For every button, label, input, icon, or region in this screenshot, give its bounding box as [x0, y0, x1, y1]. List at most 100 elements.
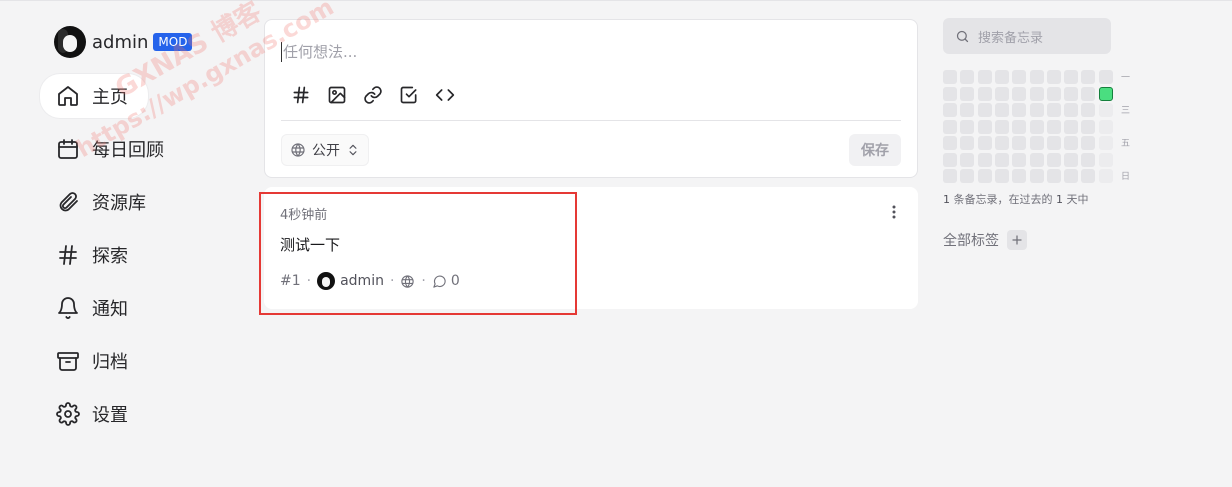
- heatmap-cell[interactable]: [1012, 86, 1027, 101]
- heatmap-cell[interactable]: [1012, 70, 1027, 84]
- link-button[interactable]: [361, 83, 385, 107]
- heatmap-cell[interactable]: [994, 70, 1009, 84]
- heatmap-cell[interactable]: [1029, 169, 1044, 183]
- more-vertical-icon[interactable]: [888, 204, 900, 220]
- heatmap-cell[interactable]: [977, 136, 992, 150]
- nav-label: 探索: [92, 246, 128, 267]
- sidebar: admin MOD 主页 每日回顾 资源库 探索 通知 归档 设置: [40, 22, 240, 445]
- heatmap-cell[interactable]: [960, 70, 975, 84]
- heatmap-cell[interactable]: [1064, 103, 1079, 117]
- heatmap-cell[interactable]: [1098, 136, 1113, 150]
- heatmap-cell[interactable]: [1012, 103, 1027, 117]
- link-icon: [364, 86, 382, 104]
- heatmap-cell[interactable]: [1046, 136, 1061, 150]
- save-button[interactable]: 保存: [849, 134, 901, 166]
- heatmap-cell[interactable]: [1098, 86, 1113, 101]
- heatmap-cell[interactable]: [943, 86, 957, 101]
- heatmap-cell[interactable]: [1064, 152, 1079, 167]
- nav-item-settings[interactable]: 设置: [40, 392, 148, 436]
- heatmap-cell[interactable]: [977, 119, 992, 134]
- heatmap-cell[interactable]: [994, 152, 1009, 167]
- heatmap-cell[interactable]: [1064, 136, 1079, 150]
- user-profile[interactable]: admin MOD: [40, 22, 240, 62]
- code-button[interactable]: [433, 83, 457, 107]
- heatmap-cell[interactable]: [960, 119, 975, 134]
- heatmap-cell[interactable]: [960, 103, 975, 117]
- chevron-up-down-icon: [349, 144, 357, 156]
- heatmap-cell[interactable]: [977, 103, 992, 117]
- heatmap-cell[interactable]: [960, 152, 975, 167]
- visibility-select[interactable]: 公开: [281, 134, 369, 166]
- heatmap-cell[interactable]: [1081, 119, 1096, 134]
- heatmap-cell[interactable]: [1046, 119, 1061, 134]
- heatmap-cell[interactable]: [994, 86, 1009, 101]
- heatmap-cell[interactable]: [977, 70, 992, 84]
- heatmap-cell[interactable]: [1012, 136, 1027, 150]
- heatmap-cell[interactable]: [960, 169, 975, 183]
- heatmap-cell[interactable]: [1029, 70, 1044, 84]
- nav-item-explore[interactable]: 探索: [40, 233, 148, 277]
- heatmap-cell[interactable]: [960, 86, 975, 101]
- heatmap-cell[interactable]: [977, 152, 992, 167]
- heatmap-cell[interactable]: [943, 152, 957, 167]
- search-icon: [956, 30, 969, 42]
- heatmap-cell[interactable]: [960, 136, 975, 150]
- checkbox-icon: [400, 86, 417, 104]
- heatmap-cell[interactable]: [1029, 136, 1044, 150]
- nav-item-archive[interactable]: 归档: [40, 339, 148, 383]
- nav-item-resources[interactable]: 资源库: [40, 180, 148, 224]
- heatmap-cell[interactable]: [994, 136, 1009, 150]
- heatmap-cell[interactable]: [1029, 119, 1044, 134]
- heatmap-cell[interactable]: [943, 70, 957, 84]
- heatmap-cell[interactable]: [1098, 70, 1113, 84]
- heatmap-cell[interactable]: [1064, 119, 1079, 134]
- heatmap-cell[interactable]: [994, 103, 1009, 117]
- heatmap-cell[interactable]: [1081, 152, 1096, 167]
- heatmap-cell[interactable]: [1046, 152, 1061, 167]
- heatmap-cell[interactable]: [994, 119, 1009, 134]
- tag-button[interactable]: [289, 83, 313, 107]
- heatmap-cell[interactable]: [1012, 169, 1027, 183]
- role-badge: MOD: [153, 33, 193, 51]
- heatmap-cell[interactable]: [1046, 103, 1061, 117]
- search-input[interactable]: 搜索备忘录: [943, 18, 1111, 54]
- heatmap-cell[interactable]: [1081, 136, 1096, 150]
- heatmap-cell[interactable]: [1081, 70, 1096, 84]
- heatmap-cell[interactable]: [1046, 169, 1061, 183]
- heatmap-cell[interactable]: [1012, 152, 1027, 167]
- memo-input[interactable]: 任何想法...: [281, 42, 357, 62]
- heatmap-cell[interactable]: [1029, 86, 1044, 101]
- heatmap-cell[interactable]: [943, 119, 957, 134]
- heatmap-cell[interactable]: [943, 169, 957, 183]
- heatmap-cell[interactable]: [977, 169, 992, 183]
- search-placeholder: 搜索备忘录: [978, 30, 1044, 46]
- image-button[interactable]: [325, 83, 349, 107]
- heatmap-cell[interactable]: [1081, 103, 1096, 117]
- gear-icon: [56, 402, 80, 426]
- nav-item-notifications[interactable]: 通知: [40, 286, 148, 330]
- heatmap-cell[interactable]: [1029, 152, 1044, 167]
- heatmap-cell[interactable]: [943, 103, 957, 117]
- heatmap-cell[interactable]: [1098, 169, 1113, 183]
- heatmap-cell[interactable]: [1064, 86, 1079, 101]
- heatmap-cell[interactable]: [1064, 70, 1079, 84]
- editor-toolbar: [289, 83, 469, 107]
- heatmap-cell[interactable]: [977, 86, 992, 101]
- heatmap-cell[interactable]: [994, 169, 1009, 183]
- checkbox-button[interactable]: [397, 83, 421, 107]
- heatmap-cell[interactable]: [943, 136, 957, 150]
- heatmap-cell[interactable]: [1098, 152, 1113, 167]
- heatmap-cell[interactable]: [1064, 169, 1079, 183]
- heatmap-cell[interactable]: [1012, 119, 1027, 134]
- heatmap-cell[interactable]: [1029, 103, 1044, 117]
- editor-divider: [281, 120, 901, 121]
- heatmap-cell[interactable]: [1098, 103, 1113, 117]
- heatmap-cell[interactable]: [1046, 70, 1061, 84]
- nav-item-home[interactable]: 主页: [40, 74, 148, 118]
- heatmap-cell[interactable]: [1081, 169, 1096, 183]
- heatmap-cell[interactable]: [1081, 86, 1096, 101]
- nav-item-daily-review[interactable]: 每日回顾: [40, 127, 164, 171]
- heatmap-cell[interactable]: [1098, 119, 1113, 134]
- heatmap-cell[interactable]: [1046, 86, 1061, 101]
- add-tag-button[interactable]: [1007, 230, 1027, 250]
